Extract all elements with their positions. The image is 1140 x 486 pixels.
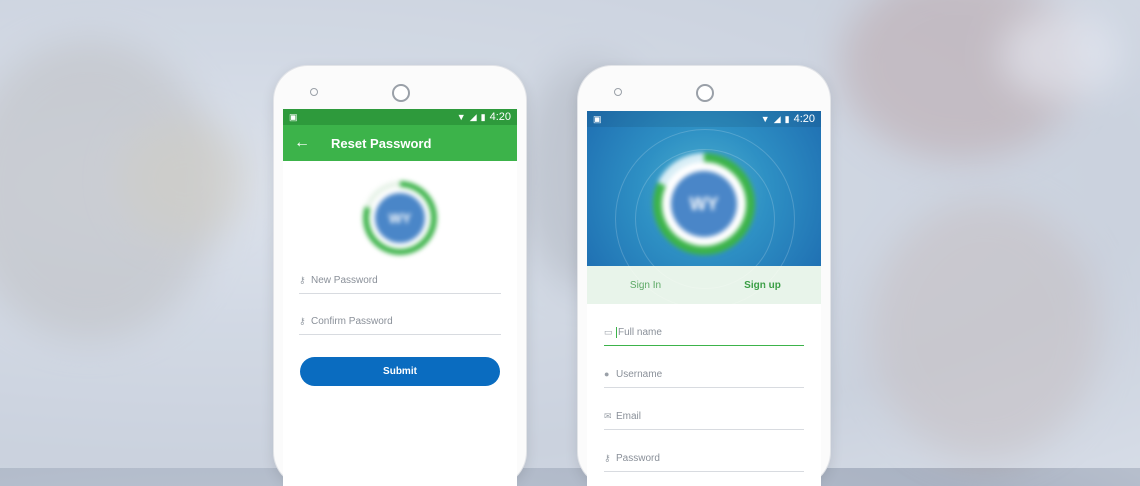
battery-icon: ▮	[480, 111, 486, 122]
app-bar: ← Reset Password	[283, 125, 517, 161]
logo-text: WY	[671, 171, 737, 237]
person-icon: ●	[604, 369, 610, 379]
id-card-icon: ▭	[604, 326, 613, 337]
app-logo: WY	[653, 153, 755, 255]
status-bar: ▣ ▼ ◢ ▮ 4:20	[587, 111, 821, 127]
reset-password-screen: ▣ ▼ ◢ ▮ 4:20 ← Reset Password WY ⚷ New P…	[283, 109, 517, 486]
earpiece	[392, 84, 410, 102]
key-icon: ⚷	[604, 452, 611, 463]
wifi-icon: ▼	[456, 112, 466, 122]
camera-sensor	[614, 88, 622, 96]
password-placeholder: Password	[616, 452, 660, 464]
image-notification-icon: ▣	[289, 111, 298, 122]
status-time: 4:20	[793, 113, 815, 125]
submit-button[interactable]: Submit	[300, 357, 500, 386]
image-notification-icon: ▣	[593, 113, 602, 124]
app-logo: WY	[363, 181, 437, 255]
wifi-icon: ▼	[760, 114, 770, 124]
confirm-password-placeholder: Confirm Password	[311, 315, 393, 327]
camera-sensor	[310, 88, 318, 96]
email-placeholder: Email	[616, 410, 642, 422]
mail-icon: ✉	[604, 410, 612, 421]
confirm-password-field[interactable]: ⚷ Confirm Password	[299, 308, 501, 335]
new-password-placeholder: New Password	[311, 274, 378, 286]
status-time: 4:20	[489, 111, 511, 123]
new-password-field[interactable]: ⚷ New Password	[299, 267, 501, 294]
signup-screen: ▣ ▼ ◢ ▮ 4:20 WY Sign In Sign up ▭ Full n…	[587, 111, 821, 486]
full-name-placeholder: Full name	[618, 326, 662, 338]
text-cursor	[616, 326, 617, 338]
hero-header: ▣ ▼ ◢ ▮ 4:20 WY	[587, 111, 821, 309]
status-bar: ▣ ▼ ◢ ▮ 4:20	[283, 109, 517, 125]
earpiece	[696, 84, 714, 102]
username-placeholder: Username	[616, 368, 663, 380]
logo-text: WY	[375, 193, 425, 243]
key-icon: ⚷	[299, 315, 306, 326]
battery-icon: ▮	[784, 113, 790, 124]
left-phone: ▣ ▼ ◢ ▮ 4:20 ← Reset Password WY ⚷ New P…	[274, 66, 526, 486]
email-field[interactable]: ✉ Email	[604, 403, 804, 430]
full-name-field[interactable]: ▭ Full name	[604, 319, 804, 346]
key-icon: ⚷	[299, 274, 306, 285]
signal-icon: ◢	[469, 111, 477, 122]
signal-icon: ◢	[773, 113, 781, 124]
page-title: Reset Password	[331, 135, 432, 151]
arrow-left-icon[interactable]: ←	[283, 134, 321, 152]
username-field[interactable]: ● Username	[604, 361, 804, 388]
right-phone: ▣ ▼ ◢ ▮ 4:20 WY Sign In Sign up ▭ Full n…	[578, 66, 830, 486]
